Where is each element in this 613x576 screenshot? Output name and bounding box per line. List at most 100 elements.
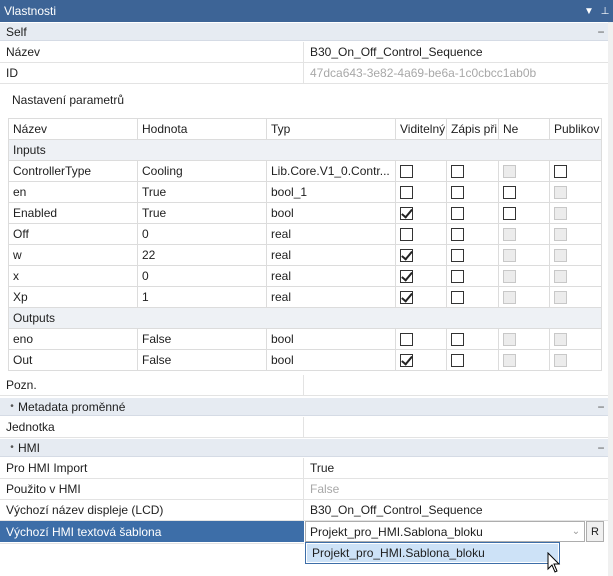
checkbox-ne — [503, 228, 516, 242]
cell-write — [446, 328, 499, 350]
checkbox-visible[interactable] — [400, 291, 413, 305]
property-value[interactable] — [304, 375, 608, 395]
dropdown-option[interactable]: Projekt_pro_HMI.Sablona_bloku — [307, 544, 558, 562]
checkbox-ne — [503, 270, 516, 284]
cell-name: Enabled — [8, 202, 138, 224]
checkbox-visible[interactable] — [400, 333, 413, 347]
property-value[interactable]: B30_On_Off_Control_Sequence — [304, 42, 608, 62]
cell-value[interactable]: Cooling — [137, 160, 267, 182]
checkbox-visible[interactable] — [400, 354, 413, 368]
cell-value[interactable]: True — [137, 202, 267, 224]
section-metadata[interactable]: • Metadata proměnné − — [0, 398, 608, 416]
cell-value[interactable]: 1 — [137, 286, 267, 308]
cell-value[interactable]: 0 — [137, 265, 267, 287]
cell-ne — [498, 244, 550, 266]
property-row-hmi-used[interactable]: Použito v HMI False — [0, 479, 608, 500]
cell-pub — [549, 265, 602, 287]
property-value[interactable]: True — [304, 458, 608, 478]
table-row[interactable]: en True bool_1 — [8, 181, 602, 203]
chevron-down-icon[interactable]: ⌄ — [568, 526, 584, 537]
column-header[interactable]: Ne — [498, 118, 550, 140]
section-hmi[interactable]: • HMI − — [0, 439, 608, 457]
table-row[interactable]: Out False bool — [8, 349, 602, 371]
cell-visible — [395, 244, 447, 266]
cell-value[interactable]: True — [137, 181, 267, 203]
property-row-pozn[interactable]: Pozn. — [0, 375, 608, 396]
column-header[interactable]: Viditelný — [395, 118, 447, 140]
checkbox-ne — [503, 249, 516, 263]
column-header[interactable]: Hodnota — [137, 118, 267, 140]
checkbox-pub — [554, 354, 567, 368]
checkbox-write[interactable] — [451, 165, 464, 179]
pin-icon[interactable]: ⊥ — [597, 6, 613, 17]
cell-value[interactable]: 0 — [137, 223, 267, 245]
checkbox-write[interactable] — [451, 291, 464, 305]
table-row[interactable]: x 0 real — [8, 265, 602, 287]
cell-pub — [549, 181, 602, 203]
cell-value[interactable]: False — [137, 328, 267, 350]
cell-value[interactable]: False — [137, 349, 267, 371]
property-row-hmi-import[interactable]: Pro HMI Import True — [0, 458, 608, 479]
property-name: Pro HMI Import — [0, 458, 304, 478]
table-row[interactable]: Xp 1 real — [8, 286, 602, 308]
cell-visible — [395, 328, 447, 350]
column-header[interactable]: Název — [8, 118, 138, 140]
property-row-jednotka[interactable]: Jednotka — [0, 417, 608, 438]
hmi-template-combobox[interactable]: Projekt_pro_HMI.Sablona_bloku ⌄ — [305, 521, 585, 542]
table-row[interactable]: eno False bool — [8, 328, 602, 350]
column-header[interactable]: Zápis při — [446, 118, 499, 140]
collapse-icon[interactable]: − — [594, 400, 608, 414]
table-row[interactable]: ControllerType Cooling Lib.Core.V1_0.Contr… — [8, 160, 602, 182]
vertical-scrollbar[interactable] — [608, 22, 613, 576]
group-label: Inputs — [8, 139, 602, 161]
checkbox-visible[interactable] — [400, 186, 413, 200]
property-row-id[interactable]: ID 47dca643-3e82-4a69-be6a-1c0cbcc1ab0b — [0, 63, 608, 84]
checkbox-pub[interactable] — [554, 165, 567, 179]
table-row[interactable]: w 22 real — [8, 244, 602, 266]
checkbox-ne — [503, 333, 516, 347]
collapse-icon[interactable]: − — [594, 25, 608, 39]
checkbox-visible[interactable] — [400, 165, 413, 179]
parameters-table: Název Hodnota Typ Viditelný Zápis při Ne Publi… — [8, 118, 602, 371]
property-row-lcd-name[interactable]: Výchozí název displeje (LCD) B30_On_Off_… — [0, 500, 608, 521]
checkbox-ne[interactable] — [503, 186, 516, 200]
checkbox-write[interactable] — [451, 207, 464, 221]
collapse-icon[interactable]: − — [594, 441, 608, 455]
checkbox-write[interactable] — [451, 333, 464, 347]
property-value[interactable]: B30_On_Off_Control_Sequence — [304, 500, 608, 520]
group-label: Outputs — [8, 307, 602, 329]
cell-ne — [498, 286, 550, 308]
cell-type: real — [266, 265, 396, 287]
checkbox-write[interactable] — [451, 354, 464, 368]
property-name-hmi-template[interactable]: Výchozí HMI textová šablona — [0, 521, 304, 542]
property-row-nazev[interactable]: Název B30_On_Off_Control_Sequence — [0, 42, 608, 63]
column-header[interactable]: Typ — [266, 118, 396, 140]
property-value[interactable] — [304, 417, 608, 437]
checkbox-write[interactable] — [451, 186, 464, 200]
params-label: Nastavení parametrů — [12, 93, 125, 107]
checkbox-visible[interactable] — [400, 207, 413, 221]
cell-type: real — [266, 223, 396, 245]
dropdown-list: Projekt_pro_HMI.Sablona_bloku — [305, 542, 560, 564]
checkbox-visible[interactable] — [400, 228, 413, 242]
checkbox-write[interactable] — [451, 249, 464, 263]
panel-menu-icon[interactable]: ▼ — [581, 6, 597, 17]
checkbox-write[interactable] — [451, 270, 464, 284]
cell-write — [446, 160, 499, 182]
cell-value[interactable]: 22 — [137, 244, 267, 266]
cell-write — [446, 286, 499, 308]
checkbox-write[interactable] — [451, 228, 464, 242]
cell-name: eno — [8, 328, 138, 350]
checkbox-ne[interactable] — [503, 207, 516, 221]
checkbox-visible[interactable] — [400, 249, 413, 263]
checkbox-ne — [503, 165, 516, 179]
empty-area — [0, 543, 304, 576]
cell-visible — [395, 181, 447, 203]
table-row[interactable]: Enabled True bool — [8, 202, 602, 224]
table-row[interactable]: Off 0 real — [8, 223, 602, 245]
reset-button[interactable]: R — [586, 521, 604, 542]
cell-type: bool — [266, 202, 396, 224]
section-self[interactable]: Self − — [0, 23, 608, 41]
checkbox-visible[interactable] — [400, 270, 413, 284]
column-header[interactable]: Publikov — [549, 118, 602, 140]
